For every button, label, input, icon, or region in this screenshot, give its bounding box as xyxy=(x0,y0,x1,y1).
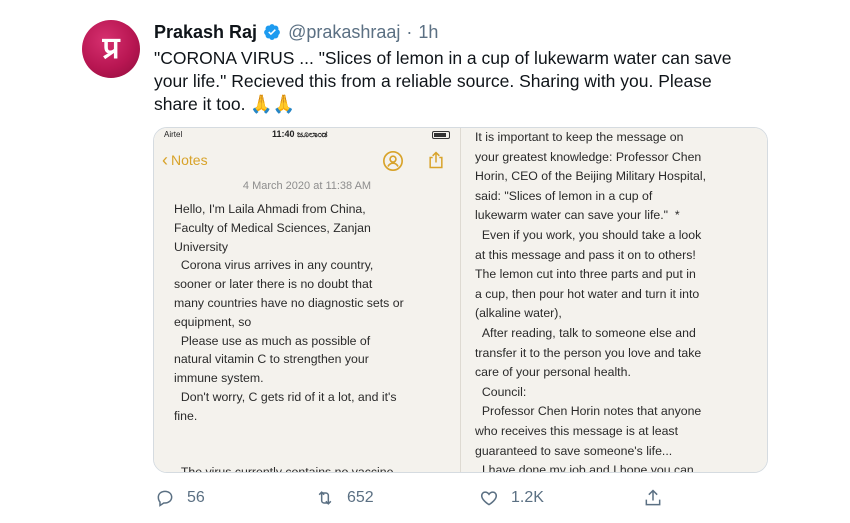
heart-icon xyxy=(480,491,498,506)
notes-screenshot-left: Airtel 11:40 ಜೂಲಾಂಡ ‹ Notes 4 March 2020… xyxy=(154,128,460,472)
chevron-left-icon: ‹ xyxy=(162,150,168,170)
notes-toolbar: ‹ Notes xyxy=(154,146,460,176)
tweet-actions: 56 652 1.2K xyxy=(153,485,773,511)
avatar-initial: प्र xyxy=(102,31,120,66)
note-date: 4 March 2020 at 11:38 AM xyxy=(242,180,372,192)
reply-count: 56 xyxy=(187,489,205,506)
notes-back-label: Notes xyxy=(171,152,208,168)
like-button[interactable]: 1.2K xyxy=(479,485,544,511)
tweet-timestamp[interactable]: 1h xyxy=(418,22,438,43)
phone-status-bar: Airtel 11:40 ಜೂಲಾಂಡ xyxy=(154,128,460,142)
battery-icon xyxy=(432,131,450,139)
tweet-text: "CORONA VIRUS ... "Slices of lemon in a … xyxy=(154,47,754,116)
notes-back-button[interactable]: ‹ Notes xyxy=(162,151,208,169)
notes-screenshot-right: It is important to keep the message on y… xyxy=(460,128,767,472)
separator-dot: · xyxy=(406,21,413,42)
reply-button[interactable]: 56 xyxy=(155,485,205,511)
retweet-count: 652 xyxy=(347,489,374,506)
tweet-body: "CORONA VIRUS ... "Slices of lemon in a … xyxy=(154,48,732,114)
tweet-header: Prakash Raj @prakashraaj · 1h xyxy=(154,20,438,44)
tweet: प्र Prakash Raj @prakashraaj · 1h "CORON… xyxy=(0,0,850,523)
upload-icon xyxy=(645,489,661,506)
retweet-icon xyxy=(318,491,332,505)
add-person-icon[interactable] xyxy=(382,150,404,172)
share-icon[interactable] xyxy=(426,149,446,171)
carrier-label: Airtel xyxy=(164,130,183,139)
folded-hands-emoji: 🙏🙏 xyxy=(250,94,296,114)
note-text-left: Hello, I'm Laila Ahmadi from China, Facu… xyxy=(174,202,404,473)
share-tweet-button[interactable] xyxy=(643,485,663,511)
retweet-button[interactable]: 652 xyxy=(315,485,374,511)
avatar[interactable]: प्र xyxy=(82,20,140,78)
author-handle[interactable]: @prakashraaj xyxy=(288,22,400,43)
reply-icon xyxy=(157,490,173,507)
author-name[interactable]: Prakash Raj xyxy=(154,22,257,43)
tweet-media-image[interactable]: Airtel 11:40 ಜೂಲಾಂಡ ‹ Notes 4 March 2020… xyxy=(153,127,768,473)
like-count: 1.2K xyxy=(511,489,544,506)
status-clock: 11:40 ಜೂಲಾಂಡ xyxy=(272,129,328,139)
verified-badge-icon xyxy=(264,24,280,40)
note-text-right: It is important to keep the message on y… xyxy=(475,130,706,473)
